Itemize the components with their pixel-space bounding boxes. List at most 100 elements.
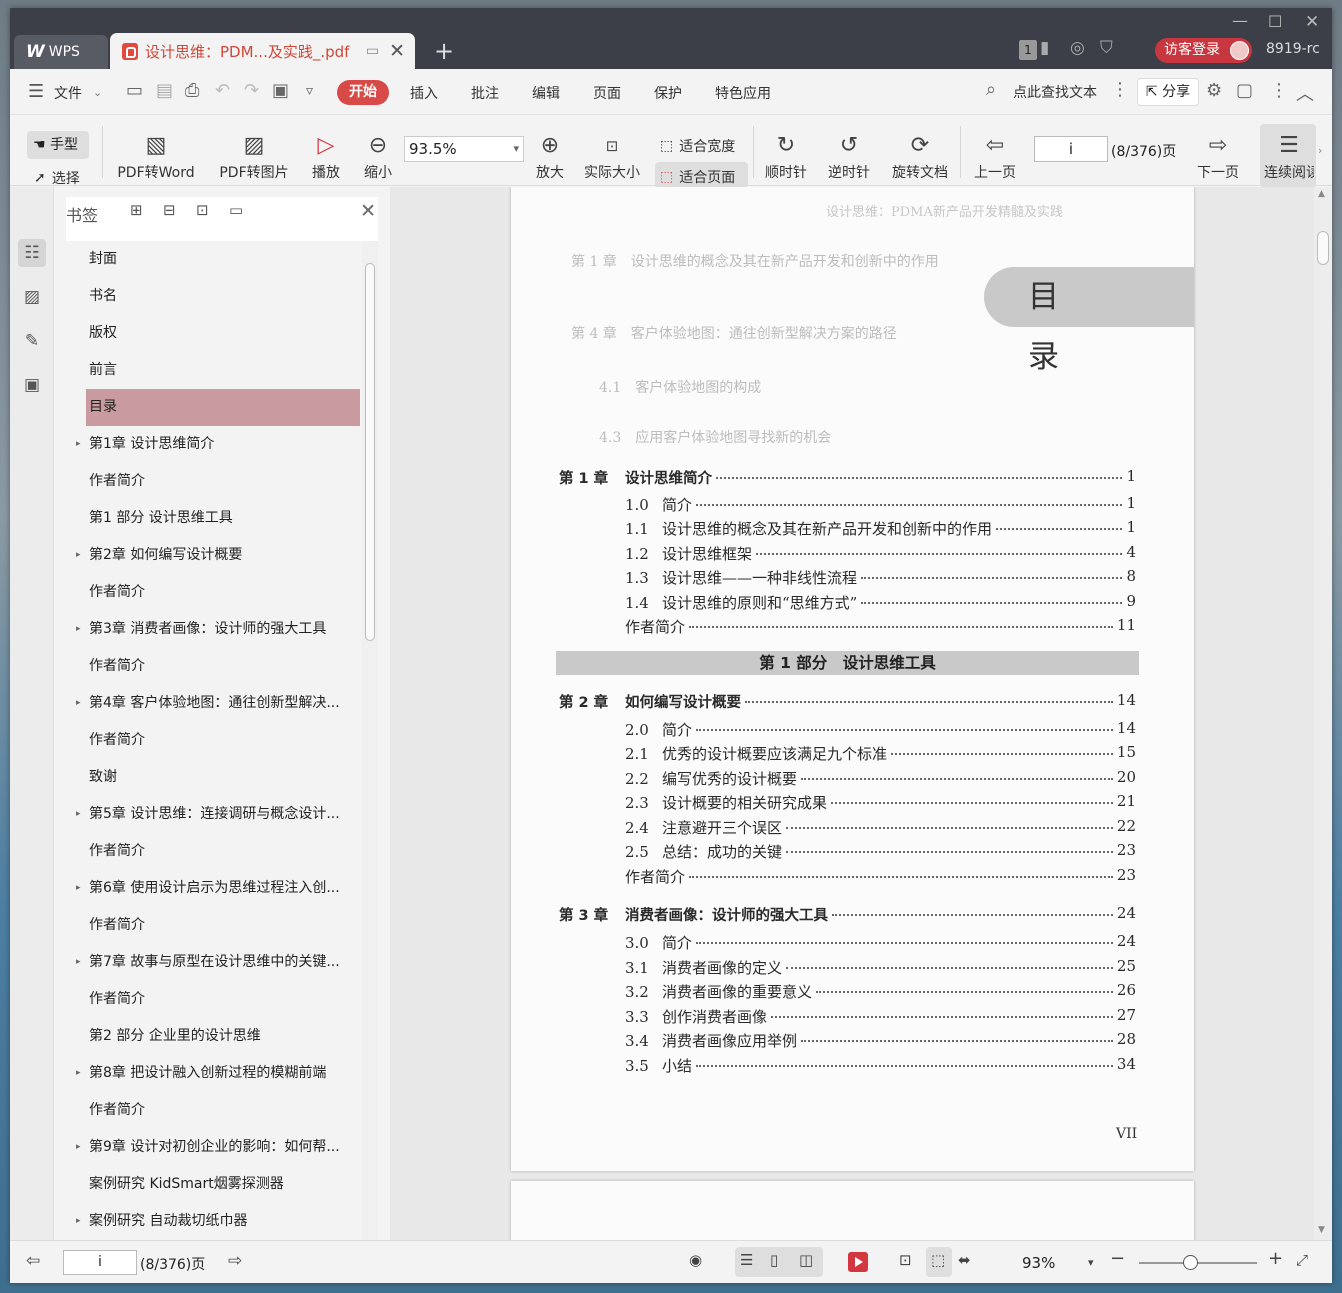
bookmark-item[interactable]: ▸ 第4章 客户体验地图：通往创新型解决... — [66, 685, 362, 722]
bookmark-item[interactable]: 作者简介 — [66, 1092, 362, 1129]
document-view[interactable]: 设计思维：PDMA新产品开发精髓及实践 第 1 章 设计思维的概念及其在新产品开… — [390, 187, 1322, 1240]
scrollbar-thumb[interactable] — [365, 263, 375, 641]
status-page-input[interactable]: i — [63, 1250, 137, 1275]
expand-arrow-icon[interactable]: ▸ — [76, 611, 81, 648]
pdf-to-image-button[interactable]: ▨ PDF转图片 — [213, 130, 295, 182]
close-tab-icon[interactable]: ✕ — [389, 40, 405, 62]
fit-width-button[interactable]: ⬚ 适合宽度 — [660, 136, 735, 156]
menu-start[interactable]: 开始 — [337, 80, 389, 105]
more-vertical-icon[interactable]: ⋮ — [1270, 80, 1288, 101]
bookmark-item[interactable]: ▸ 第2章 如何编写设计概要 — [66, 537, 362, 574]
monitor-icon[interactable]: ▭ — [366, 43, 379, 59]
pdf-to-word-button[interactable]: ▧ PDF转Word — [113, 130, 199, 182]
status-prev-icon[interactable]: ⇦ — [26, 1251, 40, 1271]
bookmark-item[interactable]: ▸ 第5章 设计思维：连接调研与概念设计... — [66, 796, 362, 833]
annotation-icon[interactable]: ✎ — [18, 327, 46, 355]
redo-icon[interactable]: ↷ — [244, 80, 259, 101]
bookmark-item[interactable]: 封面 — [66, 241, 362, 278]
menu-edit[interactable]: 编辑 — [532, 83, 560, 103]
zoom-out-button[interactable]: ⊖ 缩小 — [360, 130, 396, 182]
bookmark-options-icon[interactable]: ▭ — [229, 201, 243, 219]
more-dropdown-icon[interactable]: ▿ — [306, 83, 313, 99]
open-folder-icon[interactable]: ▭ — [126, 80, 143, 101]
two-page-icon[interactable]: ◫ — [799, 1251, 813, 1269]
fullscreen-icon[interactable]: ⤢ — [1296, 1251, 1308, 1269]
expand-arrow-icon[interactable]: ▸ — [76, 1055, 81, 1092]
comment-icon[interactable]: ▢ — [1236, 80, 1253, 101]
collapse-all-icon[interactable]: ⊟ — [163, 201, 176, 219]
hamburger-icon[interactable]: ☰ — [28, 81, 44, 102]
bookmark-item[interactable]: 目录 — [86, 389, 360, 426]
bookmark-item[interactable]: 致谢 — [66, 759, 362, 796]
image-extract-icon[interactable]: ▣ — [18, 371, 46, 399]
vertical-dots-icon[interactable]: ⋮ — [1111, 79, 1129, 100]
maximize-icon[interactable]: ☐ — [1268, 12, 1282, 31]
menu-file[interactable]: 文件 — [54, 83, 82, 103]
visitor-login-button[interactable]: 访客登录 — [1155, 38, 1252, 63]
bookmark-item[interactable]: 作者简介 — [66, 463, 362, 500]
ribbon-scroll-icon[interactable]: › — [1318, 144, 1322, 157]
rotate-counter-button[interactable]: ↺ 逆时针 — [825, 130, 873, 182]
skin-icon[interactable]: ◎ — [1070, 38, 1085, 58]
zoom-slider[interactable] — [1139, 1255, 1257, 1270]
rotate-document-button[interactable]: ⟳ 旋转文档 — [888, 130, 952, 182]
bookmark-item[interactable]: 第1 部分 设计思维工具 — [66, 500, 362, 537]
undo-icon[interactable]: ↶ — [215, 80, 230, 101]
bookmark-item[interactable]: ▸ 第7章 故事与原型在设计思维中的关键... — [66, 944, 362, 981]
search-text-button[interactable]: 点此查找文本 — [1013, 82, 1097, 102]
zoom-dropdown-icon[interactable]: ▾ — [1088, 1256, 1094, 1269]
window-count-badge[interactable]: 1 — [1019, 40, 1037, 60]
bookmark-item[interactable]: 案例研究 KidSmart烟雾探测器 — [66, 1166, 362, 1203]
fit-page-button[interactable]: ⬚ 适合页面 — [660, 167, 735, 187]
save-icon[interactable]: ▤ — [156, 80, 173, 101]
expand-arrow-icon[interactable]: ▸ — [76, 1203, 81, 1240]
status-next-icon[interactable]: ⇨ — [228, 1251, 242, 1271]
document-tab[interactable]: 设计思维：PDM...及实践_.pdf ▭ ✕ — [110, 33, 415, 69]
page-number-input[interactable]: i — [1034, 136, 1108, 162]
bookmark-item[interactable]: ▸ 第8章 把设计融入创新过程的模糊前端 — [66, 1055, 362, 1092]
bookmark-item[interactable]: ▸ 第1章 设计思维简介 — [66, 426, 362, 463]
next-page-button[interactable]: ⇨ 下一页 — [1194, 130, 1242, 182]
minimize-icon[interactable]: — — [1232, 11, 1248, 30]
bookmark-item[interactable]: 作者简介 — [66, 648, 362, 685]
actual-size-button[interactable]: ⊡ 实际大小 — [579, 130, 645, 182]
bookmark-item[interactable]: ▸ 第3章 消费者画像：设计师的强大工具 — [66, 611, 362, 648]
zoom-slider-knob[interactable] — [1183, 1255, 1198, 1270]
bookmark-item[interactable]: ▸ 案例研究 自动裁切纸巾器 — [66, 1203, 362, 1240]
bookmark-item[interactable]: 作者简介 — [66, 907, 362, 944]
zoom-select[interactable]: 93.5% — [404, 136, 524, 162]
rotate-clockwise-button[interactable]: ↻ 顺时针 — [762, 130, 810, 182]
select-tool-button[interactable]: ➚ 选择 — [34, 168, 80, 188]
close-panel-icon[interactable]: ✕ — [360, 200, 376, 222]
zoom-in-button[interactable]: ⊕ 放大 — [532, 130, 568, 182]
shirt-icon[interactable]: ⛉ — [1100, 38, 1113, 58]
bookmark-item[interactable]: ▸ 第9章 设计对初创企业的影响：如何帮... — [66, 1129, 362, 1166]
hand-tool-button[interactable]: ☚ 手型 — [27, 131, 89, 159]
bookmark-item[interactable]: 第2 部分 企业里的设计思维 — [66, 1018, 362, 1055]
thumbnail-icon[interactable]: ▨ — [18, 283, 46, 311]
bookmark-item[interactable]: 作者简介 — [66, 981, 362, 1018]
status-zoom[interactable]: 93% — [1022, 1254, 1055, 1272]
bookmark-item[interactable]: 作者简介 — [66, 574, 362, 611]
document-scrollbar-thumb[interactable] — [1317, 231, 1329, 265]
share-button[interactable]: ⇱ 分享 — [1137, 78, 1199, 106]
menu-protect[interactable]: 保护 — [654, 83, 682, 103]
expand-arrow-icon[interactable]: ▸ — [76, 685, 81, 722]
zoom-plus-icon[interactable]: + — [1268, 1248, 1283, 1269]
bookmark-item[interactable]: ▸ 第6章 使用设计启示为思维过程注入创... — [66, 870, 362, 907]
fit-page-status-icon[interactable]: ⬚ — [931, 1251, 945, 1269]
bookmark-scrollbar[interactable] — [362, 241, 378, 1240]
actual-size-status-icon[interactable]: ⊡ — [899, 1251, 912, 1269]
play-button[interactable]: ▷ 播放 — [306, 130, 346, 182]
chevron-down-icon[interactable]: ⌄ — [93, 86, 102, 99]
expand-arrow-icon[interactable]: ▸ — [76, 537, 81, 574]
fit-width-status-icon[interactable]: ⬌ — [958, 1251, 971, 1269]
close-window-icon[interactable]: ✕ — [1305, 12, 1319, 32]
play-icon[interactable] — [848, 1252, 868, 1272]
expand-arrow-icon[interactable]: ▸ — [76, 796, 81, 833]
bookmark-item[interactable]: 作者简介 — [66, 833, 362, 870]
menu-page[interactable]: 页面 — [593, 83, 621, 103]
continuous-view-icon[interactable]: ☰ — [740, 1251, 753, 1269]
document-scrollbar[interactable]: ▲ ▼ — [1314, 187, 1332, 1240]
scroll-up-icon[interactable]: ▲ — [1318, 189, 1325, 199]
